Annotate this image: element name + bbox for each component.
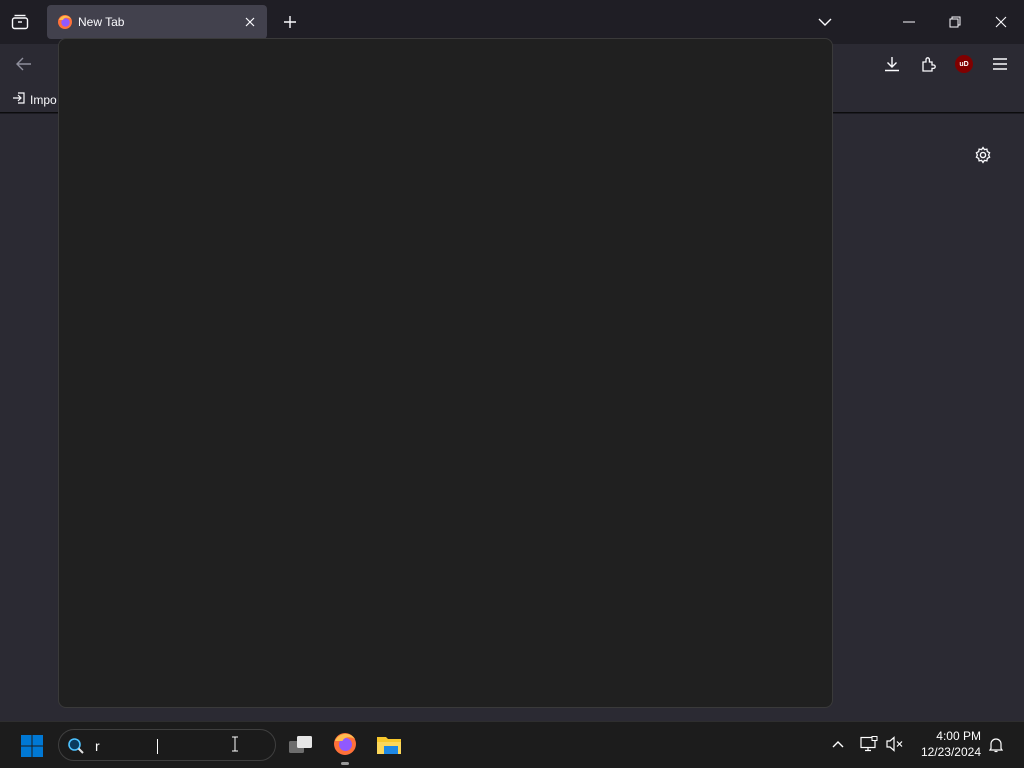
text-cursor-icon [231,736,239,757]
ublock-icon[interactable]: uD [955,55,973,73]
tab-new-tab[interactable]: New Tab [47,5,267,39]
system-clock[interactable]: 4:00 PM 12/23/2024 [921,728,981,760]
bookmark-label: Impo [30,92,57,107]
search-query-text: r [95,738,100,754]
minimize-icon[interactable] [898,12,920,32]
extensions-icon[interactable] [918,53,940,75]
new-tab-icon[interactable] [280,12,300,32]
search-flyout-panel[interactable] [58,38,833,708]
tab-close-icon[interactable] [241,13,259,31]
clock-date: 12/23/2024 [920,745,981,759]
menu-icon[interactable] [989,53,1011,75]
download-icon[interactable] [881,53,903,75]
chevron-down-icon[interactable] [815,12,835,32]
tab-list-icon[interactable] [8,10,32,34]
notification-bell-icon[interactable] [986,735,1006,755]
search-icon [67,737,85,760]
task-view-icon[interactable] [287,731,315,759]
screen: New Tab uD Impo r 4:00 PM 12/23/2024 [0,0,1024,768]
firefox-icon [57,14,73,30]
windows-start-icon[interactable] [18,732,46,760]
clock-time: 4:00 PM [936,729,981,743]
taskbar: r 4:00 PM 12/23/2024 [0,721,1024,768]
close-icon[interactable] [990,12,1012,32]
gear-icon[interactable] [972,144,994,166]
import-icon [12,91,26,108]
active-app-indicator [341,762,349,765]
tab-title: New Tab [78,15,125,29]
firefox-icon[interactable] [331,730,359,758]
text-caret [157,739,158,754]
bookmark-import[interactable]: Impo [12,91,57,108]
chevron-up-icon[interactable] [829,735,847,753]
ublock-label: uD [959,60,969,68]
file-explorer-icon[interactable] [375,731,403,759]
taskbar-search-input[interactable]: r [58,729,276,761]
network-icon[interactable] [859,734,879,754]
volume-muted-icon[interactable] [885,734,905,754]
back-icon[interactable] [14,54,34,74]
restore-icon[interactable] [944,12,966,32]
